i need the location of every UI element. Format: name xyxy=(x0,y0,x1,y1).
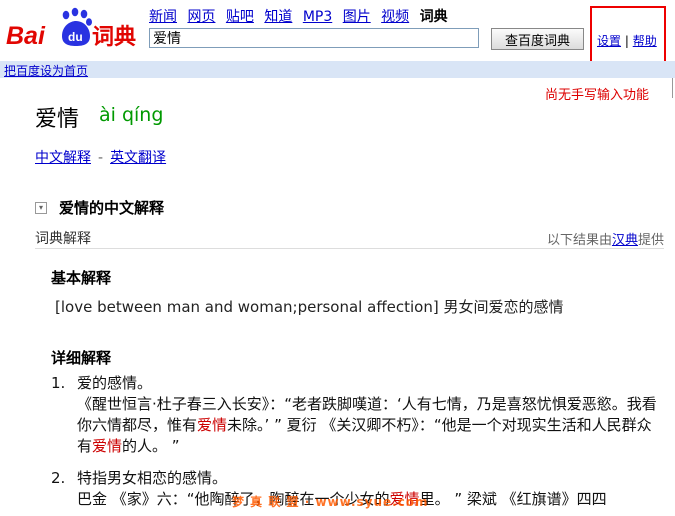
svg-text:Bai: Bai xyxy=(6,22,46,50)
basic-explanation-heading: 基本解释 xyxy=(51,269,112,287)
item-definition: 爱的感情。 xyxy=(77,374,153,392)
nav-web[interactable]: 网页 xyxy=(187,9,215,25)
nav-news[interactable]: 新闻 xyxy=(149,9,177,25)
source-credit-pre: 以下结果由 xyxy=(546,233,612,248)
explanation-tabs: 中文解释 - 英文翻译 xyxy=(35,147,166,167)
logo-graphic: du Bai 词典 xyxy=(6,7,136,50)
item-number: 2. xyxy=(51,469,66,487)
nav-tieba[interactable]: 贴吧 xyxy=(226,9,254,25)
item-number: 1. xyxy=(51,374,66,392)
source-credit-post: 提供 xyxy=(637,233,664,248)
nav-video[interactable]: 视频 xyxy=(381,9,409,25)
search-input[interactable] xyxy=(149,28,479,48)
handwriting-annotation: 尚无手写输入功能 xyxy=(545,88,650,103)
subheader-label: 词典解释 xyxy=(35,231,91,247)
list-item: 1. 爱的感情。 《醒世恒言·杜子春三入长安》：“老者跌脚嘆道：‘人有七情，乃是… xyxy=(51,373,663,457)
watermark: 梦 真 联 盟 · www.syue.com xyxy=(232,495,429,509)
keyword-highlight: 爱情 xyxy=(92,437,123,455)
set-homepage-link[interactable]: 把百度设为首页 xyxy=(4,62,88,79)
svg-text:词典: 词典 xyxy=(92,25,136,50)
collapse-toggle-icon[interactable]: ▾ xyxy=(35,202,47,214)
nav-dictionary-current: 词典 xyxy=(419,9,448,25)
quote-text: 的人。 ” xyxy=(122,437,180,455)
entry-word: 爱情 xyxy=(35,107,80,132)
dictionary-subheader: 词典解释 以下结果由汉典提供 xyxy=(35,227,664,249)
nav-images[interactable]: 图片 xyxy=(343,9,371,25)
baidu-dict-logo[interactable]: du Bai 词典 xyxy=(4,6,144,54)
section-title: 爱情的中文解释 xyxy=(59,199,165,217)
handian-link[interactable]: 汉典 xyxy=(612,233,638,248)
svg-text:du: du xyxy=(68,30,83,44)
divider xyxy=(672,78,673,98)
entry-pinyin: ài qíng xyxy=(99,104,164,126)
nav-zhidao[interactable]: 知道 xyxy=(264,9,292,25)
set-homepage-bar: 把百度设为首页 xyxy=(0,61,675,78)
link-separator: | xyxy=(624,34,629,48)
keyword-highlight: 爱情 xyxy=(197,416,228,434)
source-credit: 以下结果由汉典提供 xyxy=(547,229,664,248)
detailed-explanation-heading: 详细解释 xyxy=(51,349,112,367)
top-nav: 新闻 网页 贴吧 知道 MP3 图片 视频 词典 xyxy=(149,6,454,26)
help-link[interactable]: 帮助 xyxy=(633,34,657,48)
settings-link[interactable]: 设置 xyxy=(597,34,621,48)
quote-text: 里。 ” 梁斌 《红旗谱》四四 xyxy=(419,490,607,508)
tab-chinese-explanation[interactable]: 中文解释 xyxy=(35,150,91,166)
item-quote: 《醒世恒言·杜子春三入长安》：“老者跌脚嘆道：‘人有七情，乃是喜怒忧惧爱恶慾。我… xyxy=(77,394,663,457)
settings-help-links: 设置 | 帮助 xyxy=(597,32,657,49)
tab-english-translation[interactable]: 英文翻译 xyxy=(110,150,166,166)
search-dictionary-button[interactable]: 查百度词典 xyxy=(491,28,584,50)
item-definition: 特指男女相恋的感情。 xyxy=(77,469,228,487)
tab-separator: - xyxy=(98,150,104,166)
basic-explanation-text: [love between man and woman;personal aff… xyxy=(55,298,564,316)
nav-mp3[interactable]: MP3 xyxy=(303,9,332,25)
